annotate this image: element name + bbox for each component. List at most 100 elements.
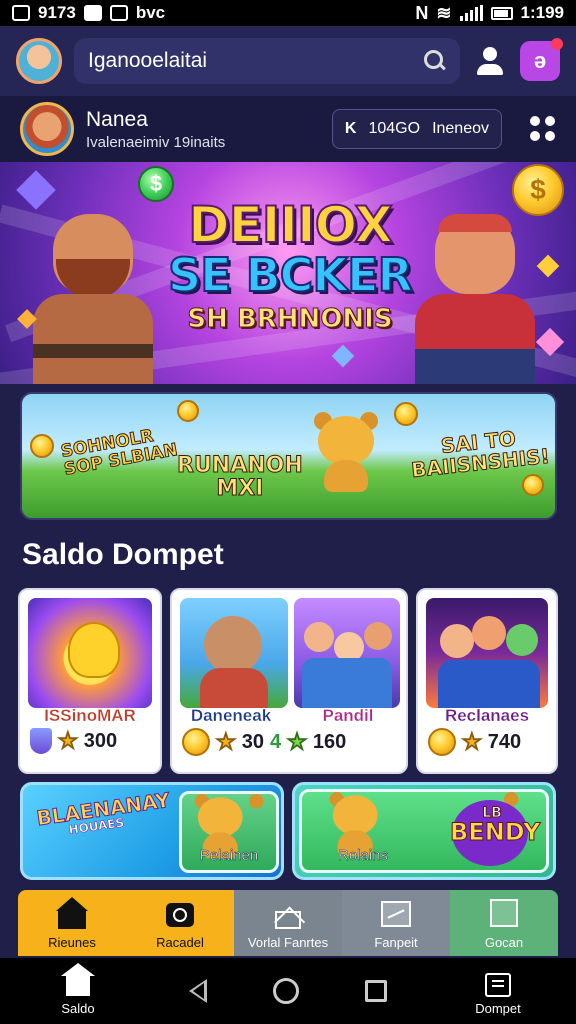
search-input[interactable]: Iganooelaitai [74, 38, 460, 84]
feature-nav: Rieunes Racadel Vorlal Fanrtes Fanpeit G… [18, 890, 558, 956]
nav-saldo[interactable]: Saldo [33, 962, 123, 1016]
game-stats: ★ 30 4 ★ 160 [182, 728, 400, 756]
image-icon [109, 5, 128, 21]
game-stats: ★ 300 [30, 728, 154, 754]
profile-row: Nanea Ivalenaeimiv 19inaits K 104GO Inen… [0, 96, 576, 162]
tile-right-label: Rolains [337, 847, 389, 865]
app-header: Iganooelaitai ə [0, 26, 576, 96]
game-name: ISSinoMAR [44, 706, 136, 725]
ogre-left-illustration [18, 194, 168, 384]
star-icon: ★ [462, 729, 483, 755]
signal-icon [459, 5, 483, 21]
hero-line-2: SE BCKER [167, 248, 414, 302]
game-card[interactable]: Reclanaes ★ 740 [416, 588, 558, 774]
battery-icon [490, 6, 513, 20]
hero-line-1: DEIIIOX [187, 196, 394, 254]
clock: 1:199 [520, 3, 564, 22]
home-button-icon[interactable] [273, 978, 299, 1004]
tile-right-title: LB BENDY [450, 805, 541, 846]
hero-title: DEIIIOX SE BCKER SH BRHNONIS [155, 196, 425, 334]
game-name: Reclanaes [444, 706, 530, 725]
home-icon [56, 897, 88, 929]
stat-value: 104GO [368, 120, 421, 137]
nfc-icon: N [415, 2, 429, 23]
game-value-3: 160 [312, 730, 347, 753]
game-card-wide[interactable]: Daneneak Pandil ★ 30 4 ★ 160 [170, 588, 408, 774]
star-icon: ★ [216, 729, 237, 755]
hero-banner[interactable]: $ $ DEIIIOX SE BCKER SH BRHNONIS [0, 162, 576, 384]
nav-saldo-label: Saldo [61, 1000, 95, 1016]
tile-left-label: Pelainen [199, 847, 259, 865]
game-thumbnail [180, 598, 288, 708]
tile-left-title: BLAENANAY HOUAES [35, 787, 172, 837]
game-cards: ISSinoMAR ★ 300 Daneneak Pandil ★ 30 4 ★… [18, 588, 558, 774]
nav-item-portal[interactable]: Vorlal Fanrtes [234, 890, 342, 956]
promo-tile-right[interactable]: Rolains LB BENDY [292, 782, 556, 880]
system-nav-bar: Saldo Dompet [0, 958, 576, 1024]
game-card[interactable]: ISSinoMAR ★ 300 [18, 588, 162, 774]
gem-icon [331, 344, 355, 368]
profile-avatar[interactable] [20, 102, 74, 156]
menu-grid-icon[interactable] [530, 116, 556, 142]
nav-item-camera[interactable]: Racadel [126, 890, 234, 956]
promo-left-text: SOHNOLR SOP SLBIAN [59, 426, 180, 481]
profile-name: Nanea [86, 107, 148, 131]
hero-line-3: SH BRHNONIS [187, 304, 393, 334]
nav-item-home[interactable]: Rieunes [18, 890, 126, 956]
nav-dompet-label: Dompet [475, 1000, 521, 1016]
game-thumbnail [294, 598, 400, 708]
promo-right-text: SAI TO BAIISNSHIS! [410, 426, 552, 483]
profile-icon[interactable] [472, 43, 508, 79]
game-name: Daneneak [190, 706, 272, 725]
star-icon: ★ [287, 729, 308, 755]
game-thumbnail [426, 598, 548, 708]
nav-dompet[interactable]: Dompet [453, 967, 543, 1016]
promo-banner[interactable]: SOHNOLR SOP SLBIAN RUNANOH MXI SAI TO BA… [20, 392, 557, 520]
nav-label: Rieunes [48, 935, 96, 950]
nav-label: Fanpeit [374, 935, 418, 950]
app-notification-icon [83, 5, 102, 21]
gem-icon [30, 728, 52, 754]
status-left-text: 9173 [38, 3, 76, 22]
coin-icon [394, 402, 418, 426]
nav-label: Vorlal Fanrtes [247, 935, 329, 950]
nav-label: Gocan [484, 935, 524, 950]
star-icon: ★ [58, 728, 79, 754]
game-value: 740 [487, 730, 522, 753]
section-title: Saldo Dompet [22, 538, 224, 571]
carrier-label: bvc [135, 3, 166, 22]
status-bar: 9173 bvc N ≋ 1:199 [0, 0, 576, 26]
notification-icon [12, 5, 30, 21]
game-value-1: 30 [241, 730, 264, 753]
coin-icon [177, 400, 199, 422]
stat-label: K [344, 120, 357, 137]
tile-right-inner: Rolains LB BENDY [299, 789, 549, 873]
camera-icon [164, 899, 196, 929]
game-thumbnail [28, 598, 152, 708]
promo-tile-left[interactable]: BLAENANAY HOUAES Pelainen [20, 782, 284, 880]
notification-button[interactable]: ə [520, 38, 563, 81]
game-stats: ★ 740 [428, 728, 550, 756]
search-icon[interactable] [424, 50, 446, 72]
nav-item-report[interactable]: Fanpeit [342, 890, 450, 956]
house-outline-icon [272, 899, 304, 929]
game-value: 300 [83, 729, 118, 752]
notification-badge [551, 38, 563, 50]
home-icon [61, 962, 95, 997]
user-avatar[interactable] [16, 38, 62, 84]
chart-icon [380, 899, 412, 929]
coin-icon [30, 434, 54, 458]
profile-names: Nanea Ivalenaeimiv 19inaits [86, 108, 320, 151]
balance-pill[interactable]: K 104GO Ineneov [331, 109, 502, 149]
game-name: Pandil [322, 706, 374, 725]
game-value-2: 4 [269, 730, 282, 753]
nav-item-games[interactable]: Gocan [450, 890, 558, 956]
recent-apps-icon[interactable] [365, 980, 387, 1002]
wallet-icon [485, 972, 511, 997]
coin-icon: $ [512, 164, 564, 216]
back-icon[interactable] [189, 979, 207, 1003]
search-input-text: Iganooelaitai [88, 49, 208, 72]
promo-center-text: RUNANOH MXI [177, 453, 304, 502]
tile-left-button[interactable]: Pelainen [179, 791, 279, 873]
stat-extra: Ineneov [432, 120, 489, 137]
